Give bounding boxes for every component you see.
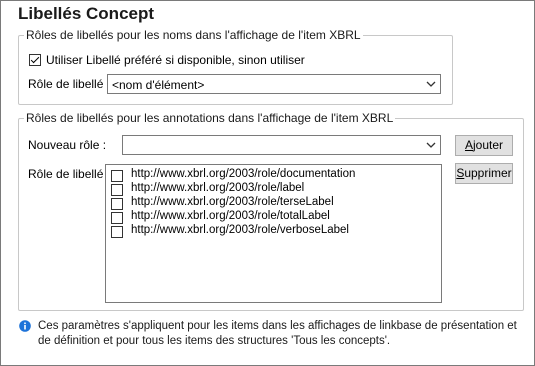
role-checkbox[interactable]	[111, 226, 123, 238]
delete-button[interactable]: Supprimer	[455, 163, 513, 184]
role-checkbox[interactable]	[111, 212, 123, 224]
label-role-dropdown[interactable]: <nom d'élément>	[107, 74, 441, 94]
chevron-down-icon	[426, 81, 436, 87]
label-role-list[interactable]: http://www.xbrl.org/2003/role/documentat…	[105, 164, 442, 303]
role-label: http://www.xbrl.org/2003/role/verboseLab…	[131, 224, 349, 236]
checkbox-box[interactable]	[29, 54, 41, 66]
label-role-caption: Rôle de libellé :	[28, 77, 111, 91]
name-roles-legend: Rôles de libellés pour les noms dans l'a…	[26, 28, 361, 42]
delete-button-label: upprimer	[464, 166, 512, 180]
role-label: http://www.xbrl.org/2003/role/label	[131, 182, 305, 194]
annotation-label-role-caption: Rôle de libellé :	[28, 167, 111, 181]
role-checkbox[interactable]	[111, 184, 123, 196]
info-icon	[19, 320, 31, 332]
label-role-value: <nom d'élément>	[112, 78, 205, 92]
role-label: http://www.xbrl.org/2003/role/totalLabel	[131, 210, 330, 222]
add-button[interactable]: Ajouter	[455, 135, 513, 156]
new-role-dropdown[interactable]	[122, 135, 441, 155]
role-checkbox[interactable]	[111, 198, 123, 210]
role-label: http://www.xbrl.org/2003/role/documentat…	[131, 168, 356, 180]
dialog-panel: Libellés Concept Rôles de libellés pour …	[0, 0, 535, 366]
chevron-down-icon	[426, 142, 436, 148]
info-note: Ces paramètres s'appliquent pour les ite…	[38, 320, 517, 347]
page-title: Libellés Concept	[18, 4, 155, 23]
annotation-roles-legend: Rôles de libellés pour les annotations d…	[26, 111, 394, 125]
add-button-accel: A	[464, 138, 473, 152]
use-preferred-label-text: Utiliser Libellé préféré si disponible, …	[46, 53, 305, 67]
role-checkbox[interactable]	[111, 170, 123, 182]
add-button-label: jouter	[472, 138, 504, 152]
role-label: http://www.xbrl.org/2003/role/terseLabel	[131, 196, 334, 208]
new-role-caption: Nouveau rôle :	[28, 138, 107, 152]
